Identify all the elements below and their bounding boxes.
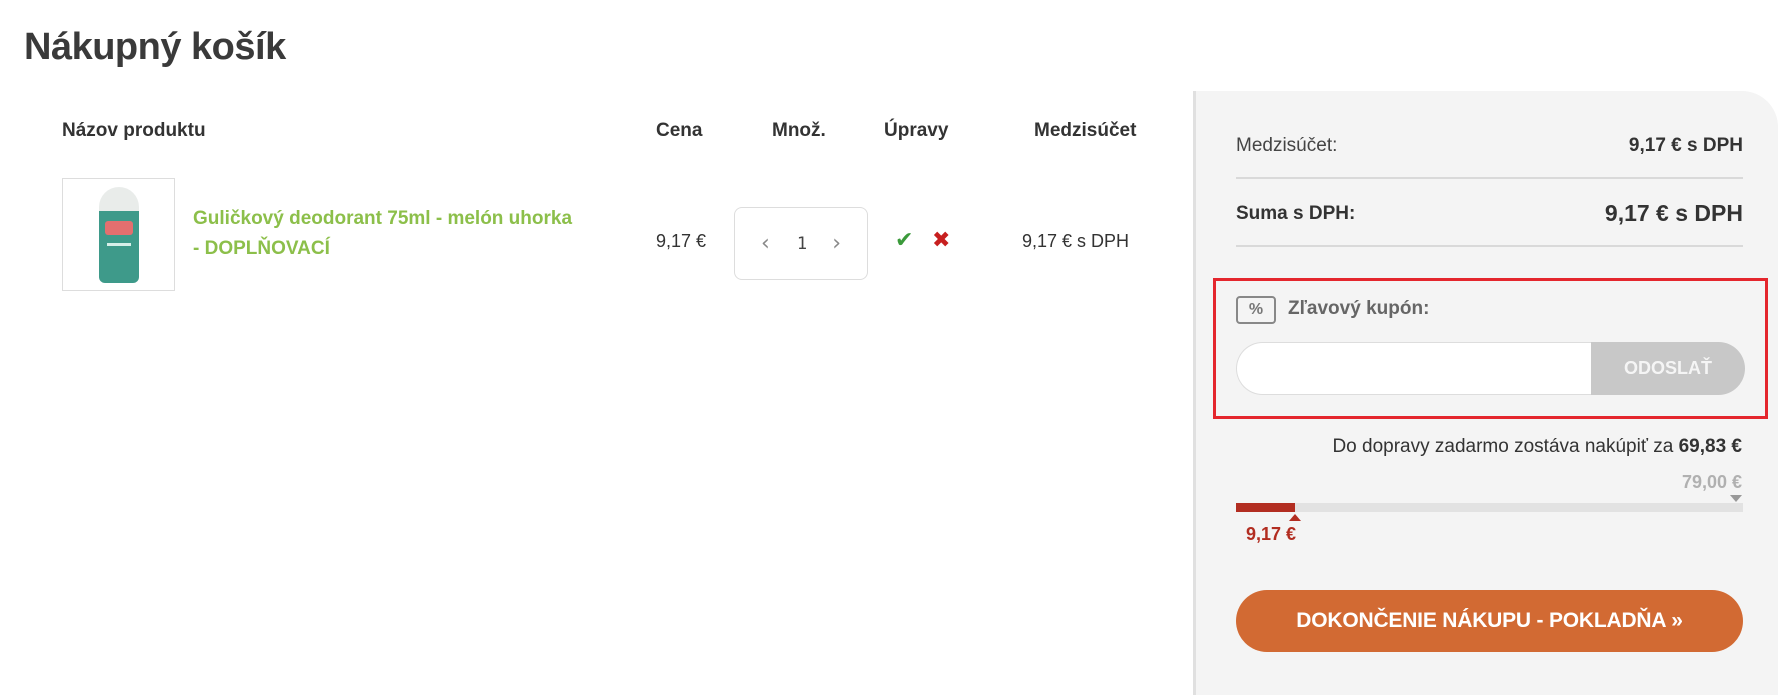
summary-subtotal-row: Medzisúčet: 9,17 € s DPH	[1236, 135, 1743, 179]
header-price: Cena	[656, 120, 703, 141]
product-price: 9,17 €	[656, 231, 707, 251]
quantity-stepper: ‹ 1 ›	[734, 207, 868, 280]
quantity-value[interactable]: 1	[787, 234, 817, 254]
coupon-label: Zľavový kupón:	[1288, 298, 1430, 319]
free-shipping-threshold: 79,00 €	[1681, 472, 1742, 492]
free-shipping-remaining: 69,83 €	[1678, 436, 1742, 457]
free-shipping-text: Do dopravy zadarmo zostáva nakúpiť za	[1332, 436, 1679, 457]
order-summary-panel: Medzisúčet: 9,17 € s DPH Suma s DPH: 9,1…	[1193, 91, 1778, 695]
current-marker-icon	[1289, 514, 1301, 521]
close-icon[interactable]: ✖	[932, 228, 950, 253]
table-row: Guličkový deodorant 75ml - melón uhorka …	[62, 178, 1142, 291]
summary-subtotal-label: Medzisúčet:	[1236, 135, 1338, 156]
free-shipping-message: Do dopravy zadarmo zostáva nakúpiť za 69…	[1332, 436, 1742, 458]
progress-fill	[1236, 503, 1295, 512]
chevron-left-icon[interactable]: ‹	[761, 230, 770, 258]
product-name-link[interactable]: Guličkový deodorant 75ml - melón uhorka …	[193, 204, 583, 264]
coupon-percent-icon: %	[1236, 296, 1276, 324]
threshold-marker-icon	[1730, 495, 1742, 502]
free-shipping-progress-bar	[1236, 503, 1743, 512]
header-quantity: Množ.	[772, 120, 826, 141]
coupon-input[interactable]	[1236, 342, 1596, 395]
coupon-box: % Zľavový kupón: ODOSLAŤ	[1213, 278, 1768, 419]
header-product-name: Názov produktu	[62, 120, 206, 141]
check-icon[interactable]: ✔	[895, 228, 913, 253]
header-edit: Úpravy	[884, 120, 949, 141]
header-subtotal: Medzisúčet	[1034, 120, 1137, 141]
current-cart-value: 9,17 €	[1246, 524, 1297, 544]
summary-total-value: 9,17 € s DPH	[1604, 200, 1743, 226]
chevron-right-icon[interactable]: ›	[832, 230, 841, 258]
summary-subtotal-value: 9,17 € s DPH	[1628, 135, 1743, 156]
product-subtotal: 9,17 € s DPH	[1022, 231, 1130, 251]
deodorant-bottle-image	[98, 186, 139, 283]
summary-total-label: Suma s DPH:	[1236, 203, 1356, 224]
coupon-submit-button[interactable]: ODOSLAŤ	[1591, 342, 1745, 395]
checkout-button[interactable]: DOKONČENIE NÁKUPU - POKLADŇA »	[1236, 590, 1743, 652]
product-image[interactable]	[62, 178, 175, 291]
summary-total-row: Suma s DPH: 9,17 € s DPH	[1236, 200, 1743, 247]
page-title: Nákupný košík	[24, 26, 286, 68]
